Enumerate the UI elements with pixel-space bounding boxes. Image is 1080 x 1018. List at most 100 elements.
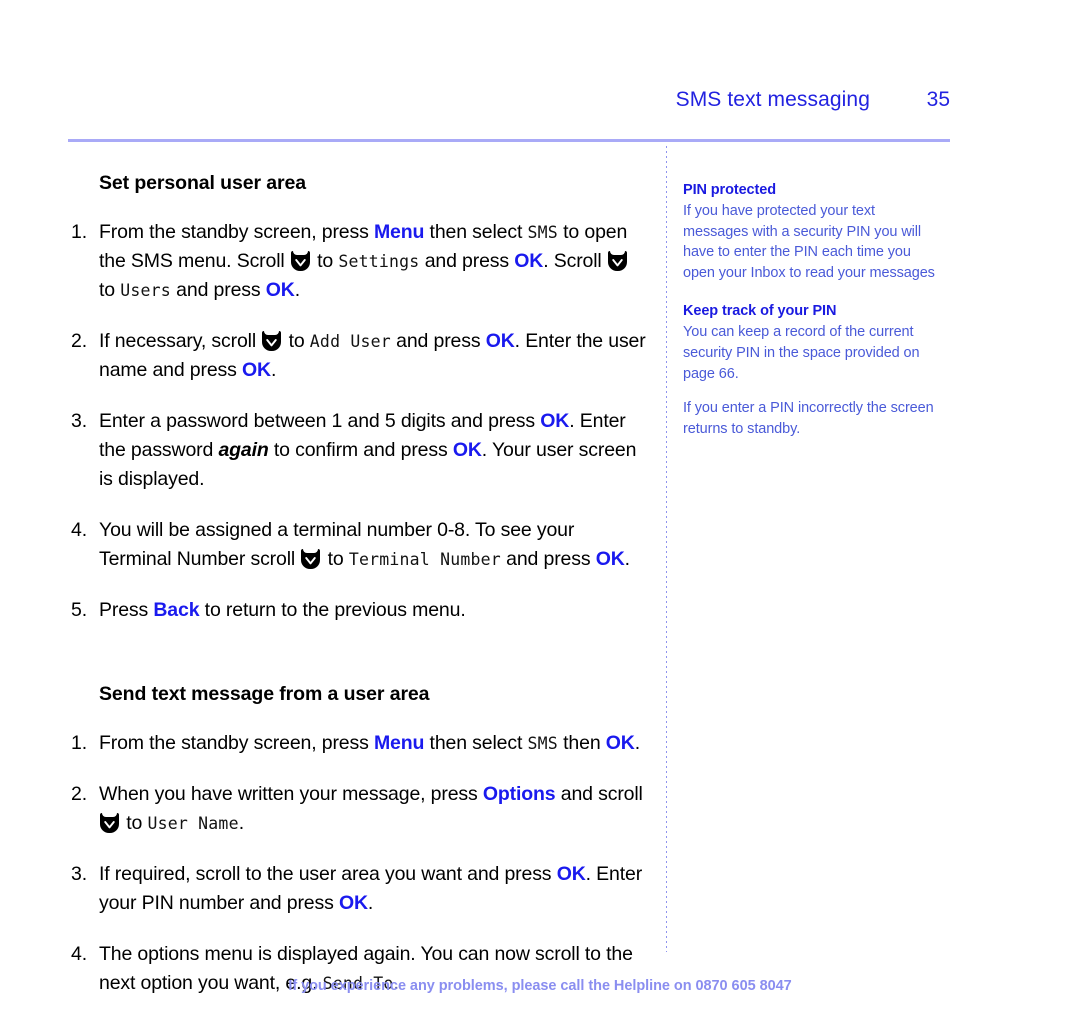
body-text: When you have written your message, pres… [99, 783, 483, 805]
main-content-column: Set personal user area 1. From the standby… [68, 170, 648, 998]
scroll-down-icon [301, 549, 321, 569]
softkey-label: OK [605, 732, 635, 754]
body-text: Enter a password between 1 and 5 digits … [99, 410, 541, 432]
step-text: From the standby screen, press Menu then… [99, 221, 629, 301]
step-text: You will be assigned a terminal number 0… [99, 519, 630, 570]
handset-menu-label: Terminal Number [348, 550, 501, 569]
handset-menu-label: SMS [527, 223, 558, 242]
step-item: 1. From the standby screen, press Menu th… [68, 218, 648, 305]
body-text: . Scroll [543, 250, 607, 272]
body-text: and press [500, 548, 596, 570]
body-text: . [294, 279, 300, 301]
body-text: If necessary, scroll [99, 330, 262, 352]
body-text: to [99, 279, 121, 301]
body-text: to [322, 548, 349, 570]
softkey-label: OK [485, 330, 515, 352]
body-text: . [367, 892, 374, 914]
header-divider-rule [68, 139, 950, 142]
softkey-label: OK [452, 439, 482, 461]
step-item: 4. You will be assigned a terminal number… [68, 516, 648, 574]
step-item: 5. Press Back to return to the previous m… [68, 596, 648, 625]
handset-menu-label: SMS [527, 734, 558, 753]
page-title: SMS text messaging [675, 88, 870, 111]
body-text: Press [99, 599, 154, 621]
step-number: 2. [71, 330, 87, 352]
step-number: 5. [71, 599, 87, 621]
body-text: and scroll [555, 783, 643, 805]
step-item: 2. When you have written your message, pr… [68, 780, 648, 838]
softkey-label: Options [482, 783, 556, 805]
step-text: Press Back to return to the previous men… [99, 599, 466, 621]
softkey-label: OK [514, 250, 544, 272]
softkey-label: OK [595, 548, 625, 570]
step-list: 1. From the standby screen, press Menu th… [68, 729, 648, 998]
sidebar-note-heading: PIN protected [683, 182, 776, 198]
body-text: . [634, 732, 641, 754]
step-item: 3. Enter a password between 1 and 5 digit… [68, 407, 648, 494]
body-text: and press [390, 330, 486, 352]
step-number: 3. [71, 863, 87, 885]
sidebar-note: PIN protected If you have protected your … [683, 180, 941, 283]
sidebar-note-paragraph: If you enter a PIN incorrectly the scree… [683, 400, 934, 437]
step-text: From the standby screen, press Menu then… [99, 732, 640, 754]
body-text: then select [424, 221, 528, 243]
step-item: 2. If necessary, scroll to Add User and p… [68, 327, 648, 385]
scroll-down-icon [290, 251, 310, 271]
body-text: then select [424, 732, 528, 754]
step-number: 4. [71, 943, 87, 965]
handset-menu-label: Add User [309, 332, 391, 351]
sidebar-note: Keep track of your PIN You can keep a rec… [683, 301, 941, 439]
manual-page: SMS text messaging 35 Set personal user … [0, 0, 1080, 1018]
step-number: 1. [71, 221, 87, 243]
scroll-down-icon [262, 331, 282, 351]
footer-helpline: If you experience any problems, please c… [0, 978, 1080, 994]
softkey-label: OK [242, 359, 271, 381]
step-item: 3. If required, scroll to the user area y… [68, 860, 648, 918]
scroll-down-icon [607, 251, 627, 271]
softkey-label: OK [265, 279, 295, 301]
body-text: and press [170, 279, 266, 301]
step-number: 4. [71, 519, 87, 541]
body-text: If required, scroll to the user area you… [99, 863, 557, 885]
softkey-label: OK [338, 892, 368, 914]
body-text: to [311, 250, 339, 272]
softkey-label: OK [540, 410, 570, 432]
step-text: Enter a password between 1 and 5 digits … [99, 410, 636, 490]
scroll-down-icon [100, 813, 119, 833]
footer-text: If you experience any problems, please c… [288, 978, 696, 994]
body-text: to confirm and press [268, 439, 453, 461]
footer-phone-number: 0870 605 8047 [695, 978, 792, 994]
step-text: When you have written your message, pres… [99, 783, 643, 834]
step-list: 1. From the standby screen, press Menu th… [68, 218, 648, 625]
section-heading: Send text message from a user area [99, 683, 430, 705]
sidebar-note-heading: Keep track of your PIN [683, 303, 837, 320]
page-header: SMS text messaging 35 [68, 88, 950, 124]
body-text: to return to the previous menu. [199, 599, 466, 621]
step-number: 3. [71, 410, 87, 432]
handset-menu-label: Settings [338, 252, 420, 271]
body-text: From the standby screen, press [99, 221, 374, 243]
body-text: . [238, 812, 244, 834]
softkey-label: Menu [373, 732, 425, 754]
step-text: If necessary, scroll to Add User and pre… [99, 330, 646, 381]
softkey-label: OK [556, 863, 586, 885]
handset-menu-label: User Name [147, 814, 239, 833]
sidebar-notes-column: PIN protected If you have protected your … [683, 180, 941, 457]
sidebar-note-paragraph: If you have protected your text messages… [683, 203, 935, 281]
body-text: and press [419, 250, 515, 272]
emphasis-text: again [218, 439, 269, 461]
body-text: . [270, 359, 277, 381]
softkey-label: Back [153, 599, 200, 621]
body-text: to [283, 330, 310, 352]
step-text: If required, scroll to the user area you… [99, 863, 642, 914]
section-heading: Set personal user area [99, 172, 306, 194]
step-item: 1. From the standby screen, press Menu th… [68, 729, 648, 758]
body-text: . [624, 548, 630, 570]
body-text: From the standby screen, press [99, 732, 374, 754]
column-divider [666, 146, 667, 952]
step-number: 1. [71, 732, 87, 754]
body-text: to [121, 812, 148, 834]
handset-menu-label: Users [120, 281, 171, 300]
step-number: 2. [71, 783, 87, 805]
softkey-label: Menu [373, 221, 425, 243]
